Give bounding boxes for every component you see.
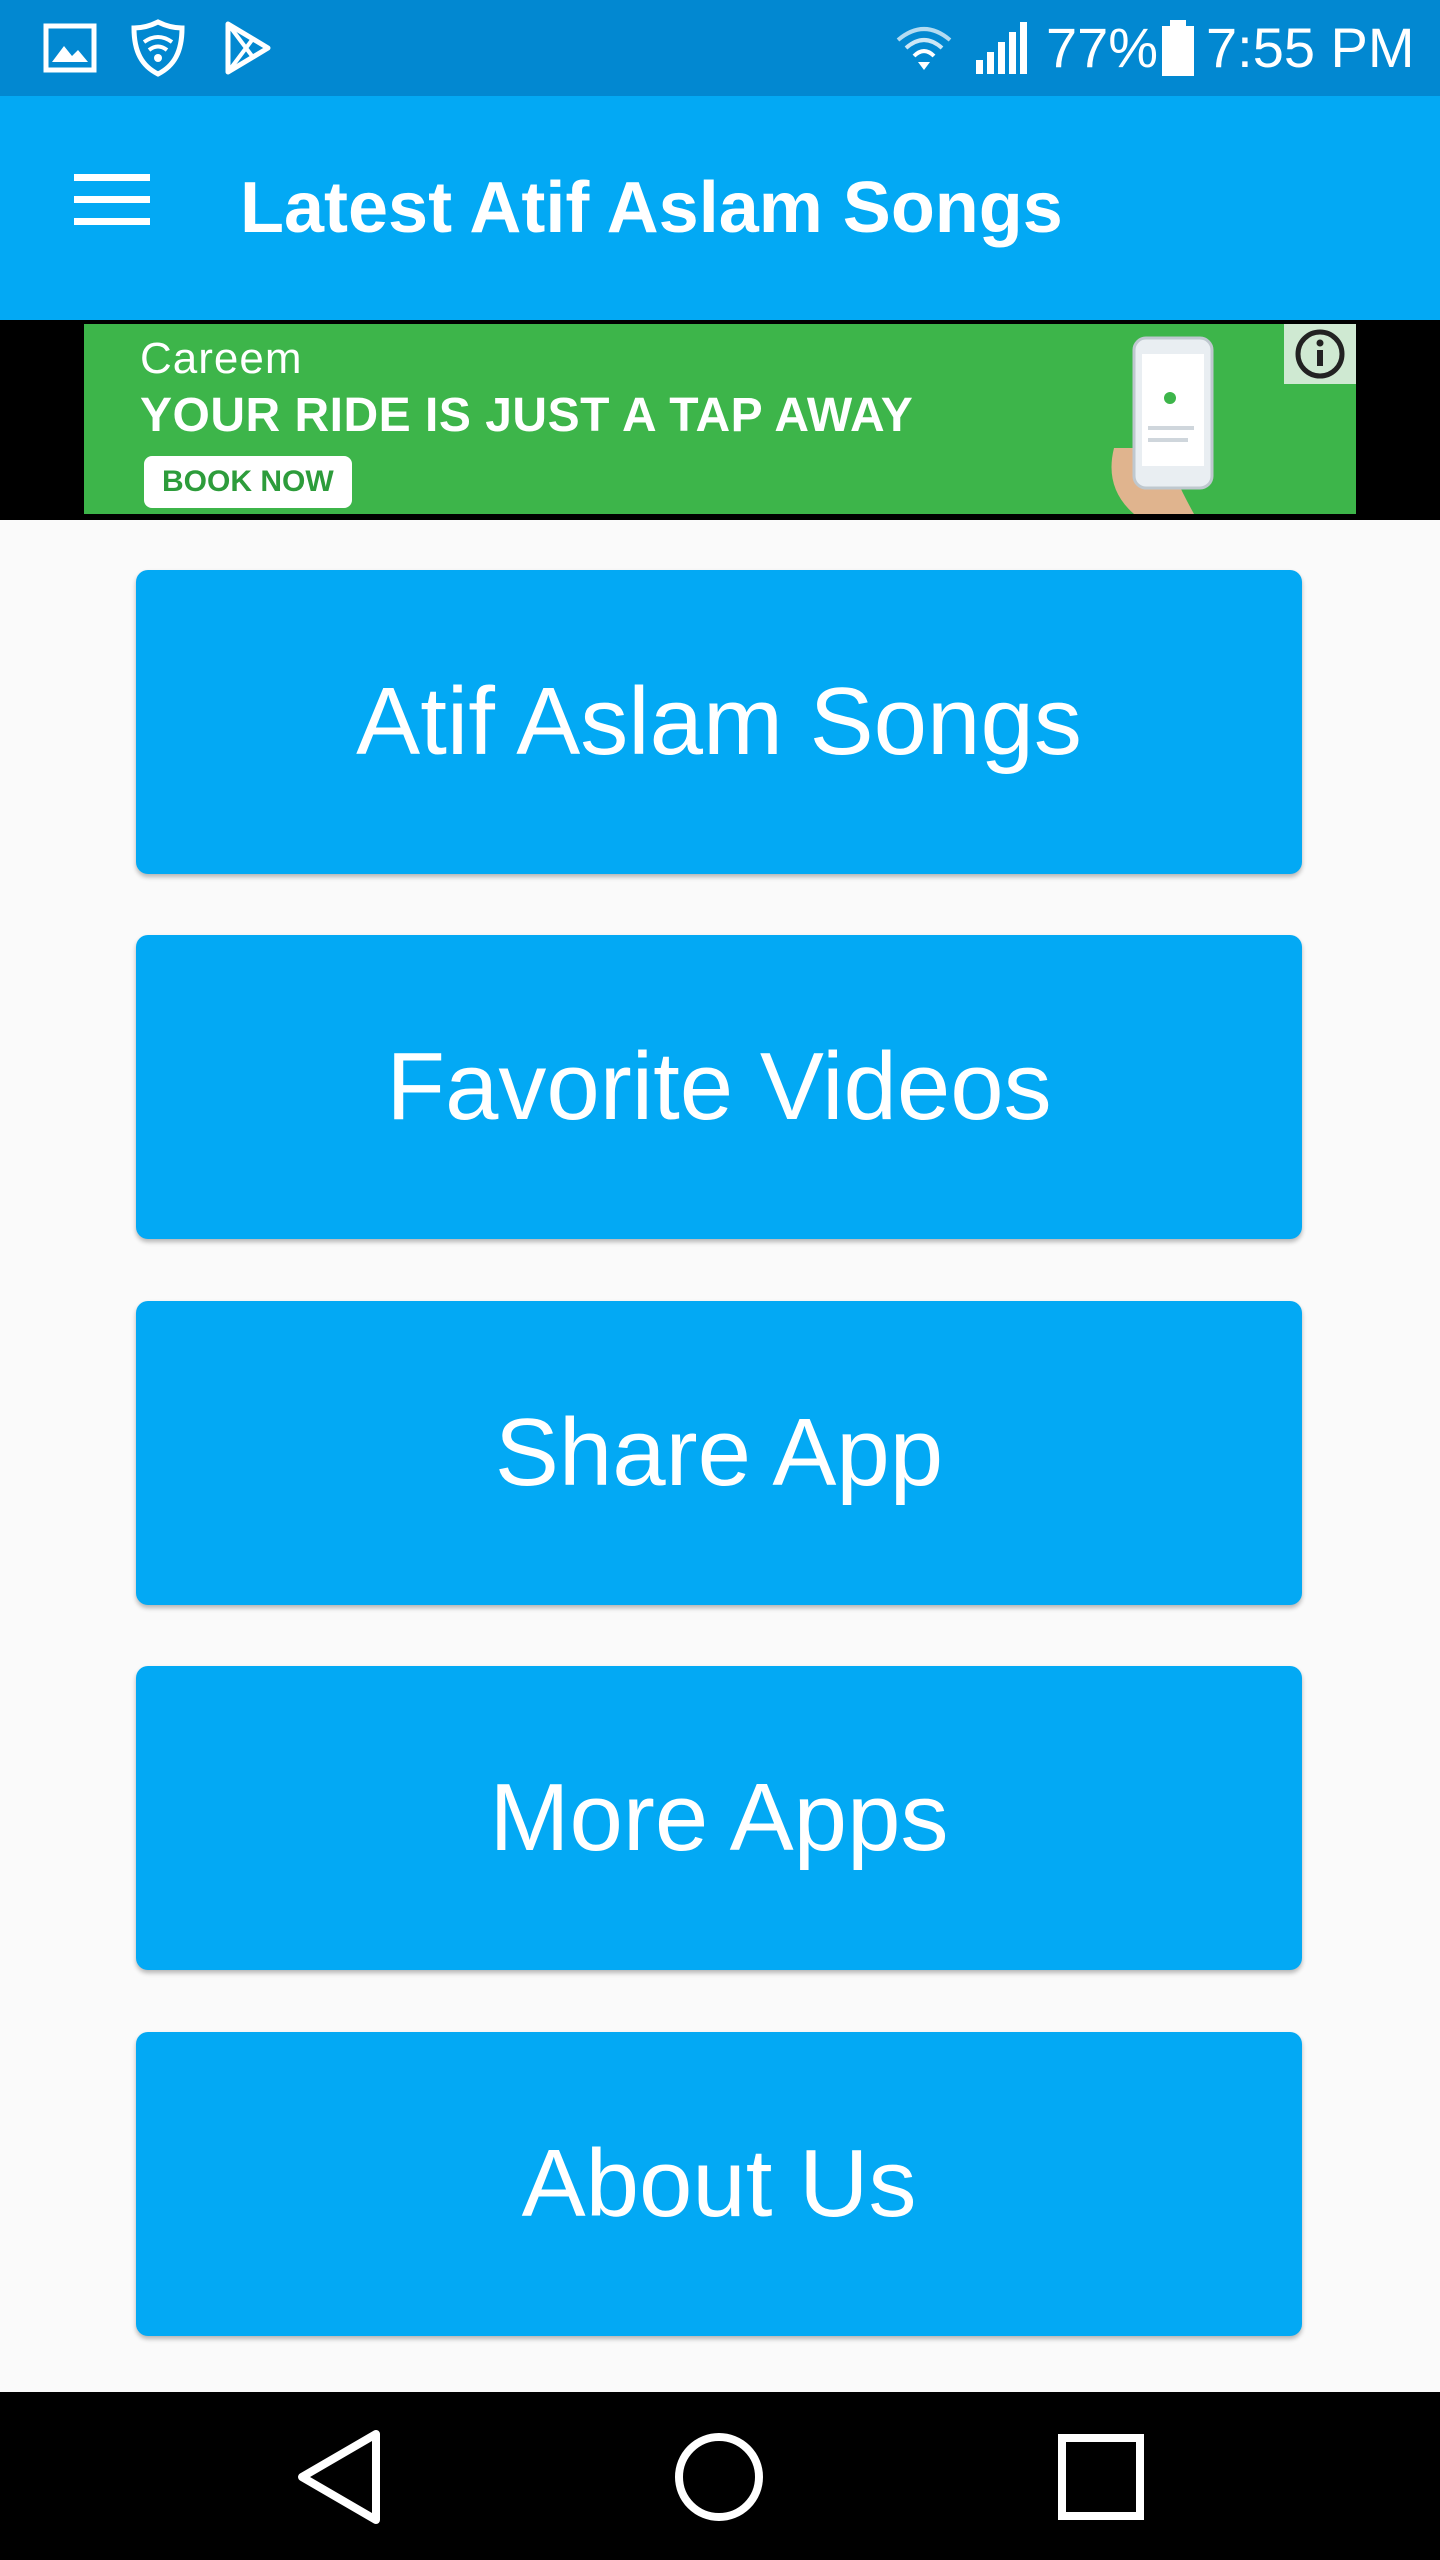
ad-book-now-button[interactable]: BOOK NOW: [144, 456, 352, 508]
wifi-icon: [896, 27, 952, 70]
ad-phone-image: [1111, 336, 1214, 514]
shield-icon: [131, 19, 185, 77]
play-store-icon: [225, 21, 271, 75]
share-app-button[interactable]: Share App: [136, 1301, 1302, 1605]
system-navigation-bar: [0, 2392, 1440, 2560]
ad-headline: YOUR RIDE IS JUST A TAP AWAY: [140, 389, 914, 442]
hamburger-menu-icon: [74, 174, 150, 225]
app-title: Latest Atif Aslam Songs: [240, 168, 1063, 248]
gallery-icon: [43, 23, 97, 73]
signal-icon: [976, 22, 1027, 74]
status-bar: 77% 7:55 PM: [0, 0, 1440, 96]
about-us-button[interactable]: About Us: [136, 2032, 1302, 2336]
battery-percent: 77%: [1046, 16, 1159, 79]
app-bar: Latest Atif Aslam Songs: [0, 96, 1440, 320]
battery-icon: [1162, 20, 1194, 76]
main-menu: Atif Aslam Songs Favorite Videos Share A…: [0, 520, 1440, 2392]
clock: 7:55 PM: [1206, 16, 1415, 79]
ad-info-button[interactable]: [1284, 324, 1356, 384]
navigation-drawer-button[interactable]: [56, 144, 168, 256]
recents-icon[interactable]: [1036, 2412, 1166, 2542]
ad-container: Careem YOUR RIDE IS JUST A TAP AWAY BOOK…: [0, 320, 1440, 520]
home-icon[interactable]: [654, 2412, 784, 2542]
atif-aslam-songs-button[interactable]: Atif Aslam Songs: [136, 570, 1302, 874]
more-apps-button[interactable]: More Apps: [136, 1666, 1302, 1970]
favorite-videos-button[interactable]: Favorite Videos: [136, 935, 1302, 1239]
info-icon: [1295, 329, 1345, 379]
ad-brand: Careem: [140, 334, 303, 383]
back-icon[interactable]: [276, 2412, 406, 2542]
ad-banner[interactable]: Careem YOUR RIDE IS JUST A TAP AWAY BOOK…: [84, 324, 1356, 514]
